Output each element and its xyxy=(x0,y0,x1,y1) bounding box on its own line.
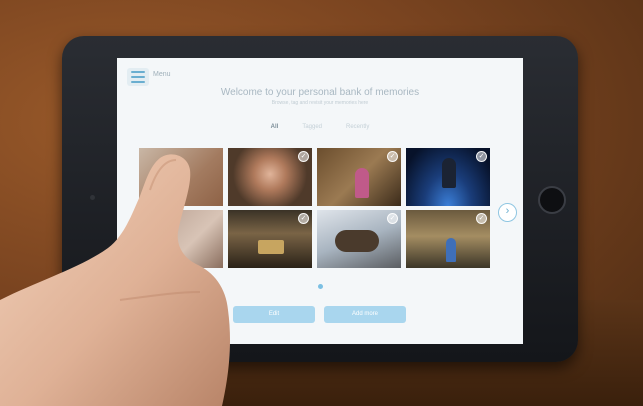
pagination-dot[interactable] xyxy=(317,284,323,289)
photo-grid: ✓ ✓ ✓ ✓ ✓ ✓ xyxy=(139,148,503,268)
photo-tile[interactable]: ✓ xyxy=(406,148,490,206)
pagination-dots xyxy=(117,284,523,289)
photo-tile[interactable] xyxy=(139,148,223,206)
person-figure xyxy=(355,168,369,198)
photo-tile[interactable]: ✓ xyxy=(406,210,490,268)
menu-icon[interactable] xyxy=(127,68,149,86)
welcome-title: Welcome to your personal bank of memorie… xyxy=(220,87,420,98)
tab-tagged[interactable]: Tagged xyxy=(302,124,322,130)
check-icon[interactable]: ✓ xyxy=(476,151,487,162)
check-icon[interactable]: ✓ xyxy=(298,151,309,162)
tab-recently[interactable]: Recently xyxy=(346,124,369,130)
edit-button[interactable]: Edit xyxy=(233,306,315,323)
photo-tile[interactable]: ✓ xyxy=(228,148,312,206)
photo-tile[interactable]: ✓ xyxy=(228,210,312,268)
welcome-subtitle: Browse, tag and revisit your memories he… xyxy=(271,100,369,106)
photo-tile[interactable]: ✓ xyxy=(317,148,401,206)
filter-tabs: All Tagged Recently xyxy=(117,124,523,130)
check-icon[interactable]: ✓ xyxy=(476,213,487,224)
chevron-right-icon[interactable]: › xyxy=(498,203,517,222)
tablet-screen: Menu Welcome to your personal bank of me… xyxy=(117,58,523,344)
person-figure xyxy=(446,238,456,262)
add-more-button[interactable]: Add more xyxy=(324,306,406,323)
check-icon[interactable]: ✓ xyxy=(298,213,309,224)
photo-tile[interactable] xyxy=(139,210,223,268)
tab-all[interactable]: All xyxy=(271,124,279,130)
home-button[interactable] xyxy=(538,186,566,214)
check-icon[interactable]: ✓ xyxy=(387,151,398,162)
person-figure xyxy=(442,158,456,188)
background-scene: Menu Welcome to your personal bank of me… xyxy=(0,0,643,406)
check-icon[interactable]: ✓ xyxy=(387,213,398,224)
front-camera xyxy=(90,195,95,200)
cat-figure xyxy=(335,230,379,252)
trophy-figure xyxy=(258,240,284,254)
menu-label[interactable]: Menu xyxy=(153,71,171,78)
photo-tile[interactable]: ✓ xyxy=(317,210,401,268)
